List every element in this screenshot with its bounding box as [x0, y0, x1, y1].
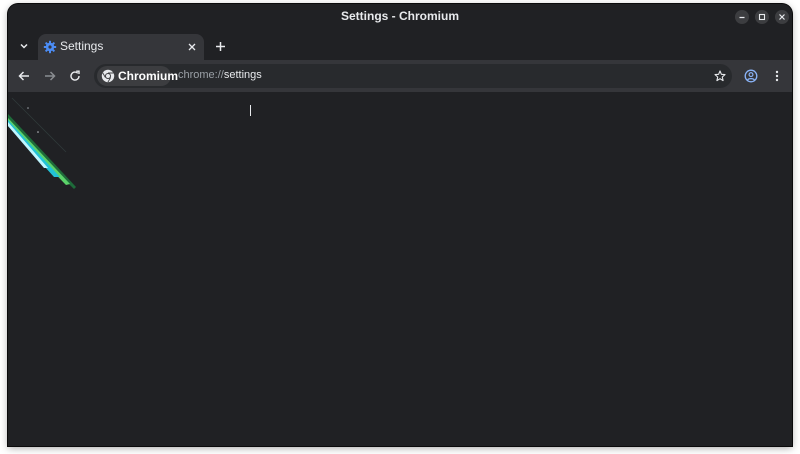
browser-window: Settings - Chromium Settings Chromium ch… [8, 4, 792, 446]
forward-button[interactable] [40, 66, 60, 86]
maximize-button[interactable] [755, 10, 769, 24]
reload-icon [70, 70, 80, 81]
url-text[interactable]: chrome://settings [178, 69, 262, 81]
address-bar[interactable]: Chromium chrome://settings [94, 64, 732, 88]
plus-icon [215, 41, 225, 51]
page-content[interactable] [8, 92, 792, 446]
tab-strip: Settings [8, 30, 792, 60]
arrow-right-icon [45, 71, 56, 81]
chromium-logo-icon [101, 69, 115, 83]
close-icon [779, 14, 785, 20]
close-icon [188, 43, 196, 51]
bookmark-button[interactable] [710, 66, 730, 86]
minimize-icon [739, 16, 745, 19]
reload-button[interactable] [65, 66, 85, 86]
close-window-button[interactable] [775, 10, 789, 24]
gear-icon [43, 40, 57, 54]
url-scheme: chrome:// [178, 69, 224, 81]
rendering-glitch-streak [8, 97, 76, 189]
arrow-left-icon [18, 71, 29, 81]
maximize-icon [758, 13, 766, 21]
tab-settings[interactable]: Settings [38, 34, 204, 60]
back-button[interactable] [14, 66, 34, 86]
title-bar[interactable]: Settings - Chromium [8, 4, 792, 30]
new-tab-button[interactable] [210, 36, 230, 56]
close-tab-button[interactable] [184, 39, 200, 55]
minimize-button[interactable] [735, 10, 749, 24]
menu-button[interactable] [767, 66, 787, 86]
tab-title: Settings [60, 39, 104, 53]
profile-button[interactable] [741, 66, 761, 86]
url-path: settings [223, 69, 262, 81]
site-info-label: Chromium [118, 69, 178, 83]
star-icon [714, 70, 726, 82]
toolbar: Chromium chrome://settings [8, 60, 792, 92]
site-info-chip[interactable]: Chromium [97, 66, 178, 86]
tab-search-button[interactable] [14, 36, 34, 56]
window-title: Settings - Chromium [340, 9, 459, 23]
more-vertical-icon [775, 70, 779, 82]
profile-icon [744, 69, 758, 83]
chevron-down-icon [20, 43, 28, 49]
text-cursor [250, 105, 251, 116]
